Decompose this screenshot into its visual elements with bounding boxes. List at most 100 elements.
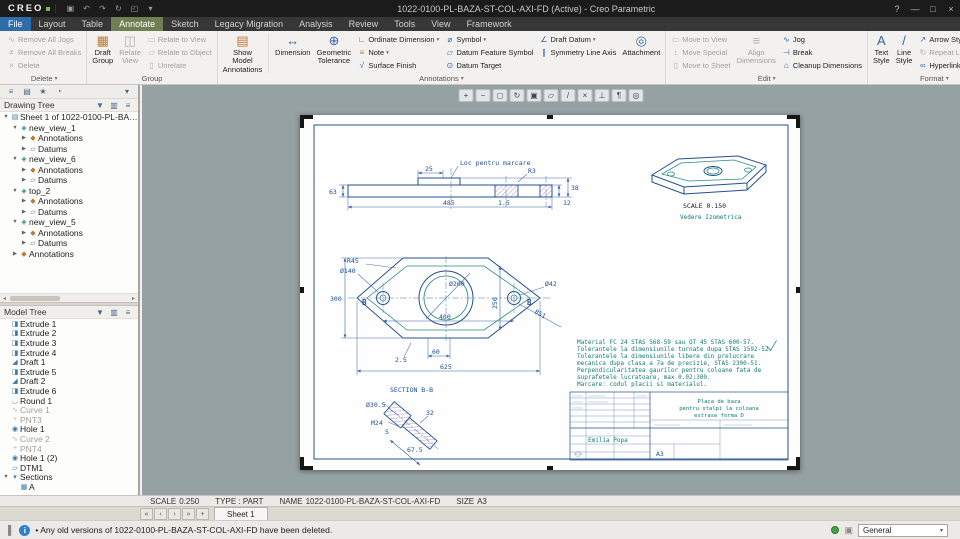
tree-columns-icon[interactable]: ▥ <box>108 308 120 317</box>
dim-1-5[interactable]: 1.5 <box>498 199 510 207</box>
maximize-icon[interactable]: □ <box>924 4 942 14</box>
tree-item[interactable]: ◨ Extrude 1 <box>0 319 138 329</box>
tree-item[interactable]: ▶ ◆ Annotations <box>0 133 138 144</box>
tree-item[interactable]: ◨ Extrude 3 <box>0 338 138 348</box>
tree-item[interactable]: ▶ ◆ Annotations <box>0 228 138 239</box>
tree-item[interactable]: ◡ Round 1 <box>0 396 138 406</box>
ribbon-tab[interactable]: Sketch <box>163 17 207 31</box>
dim-42[interactable]: Ø42 <box>545 280 557 288</box>
dim-300[interactable]: 300 <box>330 295 342 303</box>
symmetry-line-axis-button[interactable]: ∥ Symmetry Line Axis <box>537 46 618 59</box>
relate-to-view-button[interactable]: ▭ Relate to View <box>145 33 214 46</box>
line-style-button[interactable]: / Line Style <box>894 32 915 66</box>
model-tree-tab-icon[interactable]: ≡ <box>5 87 17 96</box>
model-display-icon[interactable]: ▣ <box>844 525 853 536</box>
ribbon-tab[interactable]: Analysis <box>291 17 341 31</box>
dim-38[interactable]: 38 <box>571 184 579 192</box>
note-button[interactable]: ≡ Note ▾ <box>355 46 441 59</box>
help-icon[interactable]: ? <box>888 4 906 14</box>
relate-view-button[interactable]: ◫ Relate View <box>117 32 143 66</box>
tree-item[interactable]: ▼ ◈ new_view_1 <box>0 123 138 134</box>
expander-icon[interactable]: ▼ <box>2 114 10 120</box>
ribbon-tab[interactable]: View <box>423 17 458 31</box>
expander-icon[interactable]: ▶ <box>20 230 28 236</box>
tree-item[interactable]: ◉ Hole 1 <box>0 425 138 435</box>
drawing-sheet[interactable]: 63 25 485 1.5 R3 38 12 Loc pentru marcar… <box>300 115 800 470</box>
ribbon-tab[interactable]: Annotate <box>111 17 164 31</box>
datum-planes-icon[interactable]: ▱ <box>543 89 559 102</box>
title-block-title-line[interactable]: Placa de baza <box>697 399 740 405</box>
symbol-button[interactable]: ⌀ Symbol ▾ <box>443 33 535 46</box>
move-to-sheet-button[interactable]: ▯ Move to Sheet <box>669 59 732 72</box>
dim-2-5[interactable]: 2.5 <box>395 356 407 364</box>
annotation-display-icon[interactable]: ¶ <box>611 89 627 102</box>
title-block-title-line[interactable]: pentru stalpi la coloana <box>679 406 758 412</box>
repaint-icon[interactable]: ↻ <box>509 89 525 102</box>
tree-item[interactable]: ◨ Extrude 2 <box>0 329 138 339</box>
tree-item[interactable]: ◨ Extrude 4 <box>0 348 138 358</box>
group-label-annotations[interactable]: Annotations ▾ <box>221 74 663 84</box>
dim-60[interactable]: 60 <box>432 348 440 356</box>
tree-item[interactable]: + PNT4 <box>0 444 138 454</box>
expander-icon[interactable]: ▼ <box>11 188 19 194</box>
expander-icon[interactable]: ▶ <box>20 198 28 204</box>
dim-625[interactable]: 625 <box>440 363 452 371</box>
regenerate-icon[interactable]: ↻ <box>112 4 124 13</box>
break-button[interactable]: ⊣ Break <box>780 46 864 59</box>
align-dimensions-button[interactable]: ≡ Align Dimensions <box>735 32 778 66</box>
filter-dropdown[interactable]: General ▾ <box>858 523 948 537</box>
tree-item[interactable]: ∿ Curve 1 <box>0 405 138 415</box>
expander-icon[interactable]: ▼ <box>11 156 19 162</box>
repeat-last-format-button[interactable]: ↻Repeat Last Format <box>916 46 960 59</box>
datum-feature-symbol-button[interactable]: ▱ Datum Feature Symbol <box>443 46 535 59</box>
note-marcare[interactable]: Loc pentru marcare <box>460 159 531 167</box>
group-label-format[interactable]: Format ▾ <box>871 73 960 84</box>
display-style-icon[interactable]: ▣ <box>526 89 542 102</box>
tree-item[interactable]: ◢ Draft 1 <box>0 357 138 367</box>
tree-settings-icon[interactable]: ≡ <box>122 308 134 317</box>
redo-icon[interactable]: ↷ <box>96 4 108 13</box>
sheet-tab[interactable]: Sheet 1 <box>214 507 268 520</box>
spin-center-icon[interactable]: ◎ <box>628 89 644 102</box>
navigator-toggle-icon[interactable]: ▌ <box>8 525 14 535</box>
new-sheet-button[interactable]: + <box>196 508 209 520</box>
tree-item[interactable]: ▶ ◆ Annotations <box>0 165 138 176</box>
scroll-right-icon[interactable]: ▸ <box>129 295 138 302</box>
attachment-button[interactable]: ◎ Attachment <box>620 32 662 57</box>
ribbon-tab[interactable]: Layout <box>31 17 74 31</box>
tree-item[interactable]: + PNT3 <box>0 415 138 425</box>
draft-datum-button[interactable]: ∠ Draft Datum ▾ <box>537 33 618 46</box>
dim-32[interactable]: 32 <box>426 409 434 417</box>
navigator-settings-icon[interactable]: ▾ <box>121 87 133 96</box>
remove-all-breaks-button[interactable]: ≠ Remove All Breaks <box>5 46 83 59</box>
zoom-in-icon[interactable]: + <box>458 89 474 102</box>
quick-access-menu-icon[interactable]: ▾ <box>144 4 156 13</box>
expander-icon[interactable]: ▶ <box>20 146 28 152</box>
expander-icon[interactable]: ▼ <box>2 474 10 480</box>
move-to-view-button[interactable]: ▭ Move to View <box>669 33 732 46</box>
dim-25[interactable]: 25 <box>425 165 433 173</box>
group-label-edit[interactable]: Edit ▾ <box>669 73 864 84</box>
horizontal-scrollbar[interactable]: ◂ ▸ <box>0 293 138 302</box>
jog-button[interactable]: ∿ Jog <box>780 33 864 46</box>
dim-30-5[interactable]: Ø30.5 <box>366 401 386 409</box>
tree-item[interactable]: ◉ Hole 1 (2) <box>0 453 138 463</box>
expander-icon[interactable]: ▶ <box>20 240 28 246</box>
window-icon[interactable]: ◰ <box>128 4 140 13</box>
refit-icon[interactable]: ◻ <box>492 89 508 102</box>
dim-m24[interactable]: M24 <box>371 419 383 427</box>
cleanup-dimensions-button[interactable]: ⌂ Cleanup Dimensions <box>780 59 864 72</box>
expander-icon[interactable]: ▶ <box>20 167 28 173</box>
dim-250[interactable]: 250 <box>491 297 499 309</box>
tree-item[interactable]: ▶ ◆ Annotations <box>0 249 138 260</box>
expander-icon[interactable]: ▶ <box>20 177 28 183</box>
tree-item[interactable]: ▱ DTM1 <box>0 463 138 473</box>
tree-item[interactable]: ◨ Extrude 6 <box>0 386 138 396</box>
datum-axes-icon[interactable]: / <box>560 89 576 102</box>
tree-item[interactable]: ▼ ◈ top_2 <box>0 186 138 197</box>
save-icon[interactable]: ▣ <box>64 4 76 13</box>
unrelate-button[interactable]: ▯ Unrelate <box>145 59 214 72</box>
tree-settings-icon[interactable]: ≡ <box>122 101 134 110</box>
tree-item[interactable]: ▶ ◆ Annotations <box>0 196 138 207</box>
graphics-area[interactable]: + − ◻ ↻ ▣ ▱ / × ⊥ ¶ ◎ 63 25 485 1.5 R3 3… <box>142 85 960 495</box>
